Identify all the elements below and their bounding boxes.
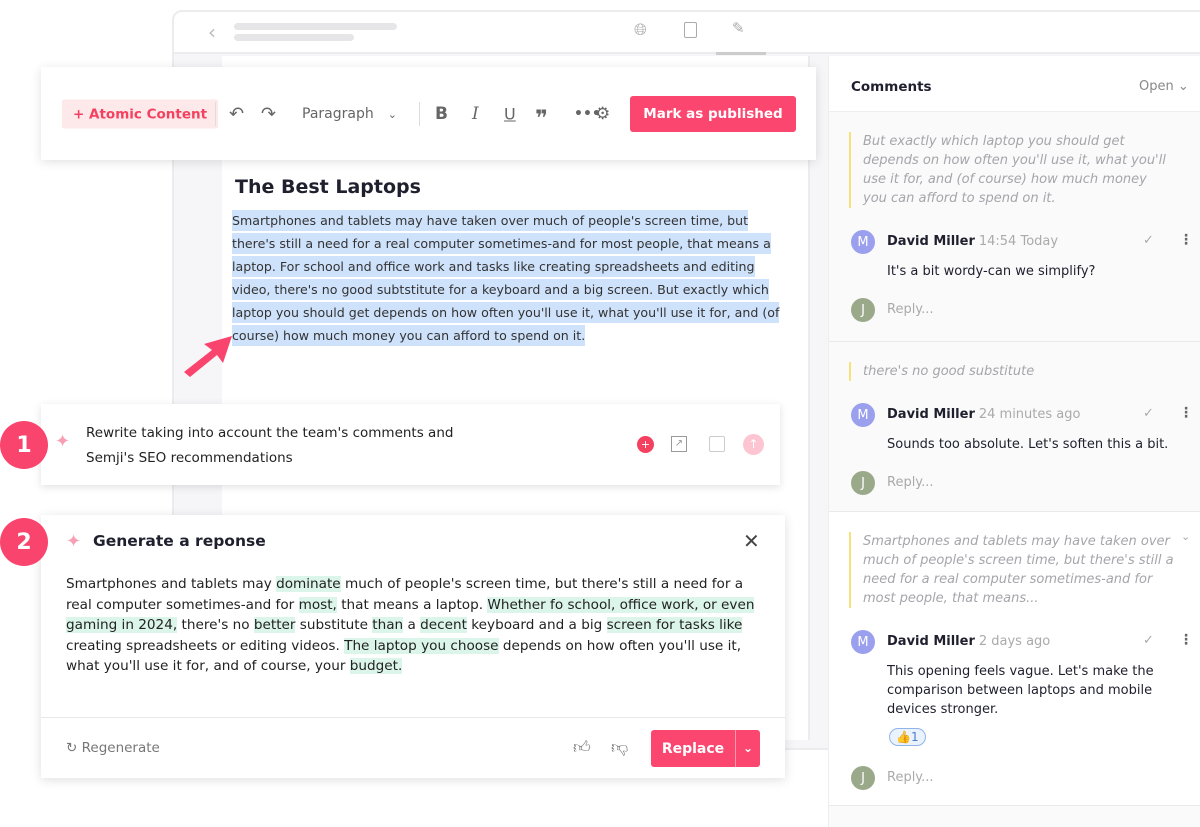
regenerate-button[interactable]: ↻ Regenerate bbox=[66, 740, 160, 756]
comment-author: David Miller 24 minutes ago bbox=[887, 407, 1081, 422]
comment-thread[interactable]: there's no good substitute M David Miller… bbox=[829, 342, 1200, 512]
mark-as-published-button[interactable]: Mark as published bbox=[630, 96, 796, 132]
thumbs-down-icon[interactable]: 👎︎ bbox=[611, 737, 628, 758]
step-badge-2: 2 bbox=[0, 518, 48, 566]
title-placeholder bbox=[234, 23, 397, 30]
close-icon[interactable]: ✕ bbox=[743, 529, 760, 553]
reaction-badge[interactable]: 👍1 bbox=[889, 728, 926, 746]
text-segment: Smartphones and tablets may bbox=[66, 576, 277, 592]
editor-toolbar: + Atomic Content ↶ ↷ Paragraph ⌄ B I U ❞ … bbox=[41, 67, 816, 160]
avatar: J bbox=[851, 766, 875, 790]
top-bar: ‹ 🌐︎ ✎ bbox=[174, 12, 1200, 55]
avatar: J bbox=[851, 298, 875, 322]
more-options-icon[interactable]: ⋮ bbox=[1179, 405, 1193, 421]
thumbs-up-icon[interactable]: 👍︎ bbox=[573, 737, 591, 758]
collapse-chevron-icon[interactable]: ⌄ bbox=[1181, 530, 1190, 543]
avatar: M bbox=[851, 230, 875, 254]
changed-text: decent bbox=[420, 617, 467, 633]
text-segment: there's no bbox=[177, 617, 254, 633]
document-body[interactable]: Smartphones and tablets may have taken o… bbox=[232, 209, 782, 347]
quote-icon[interactable]: ❞ bbox=[535, 107, 548, 132]
comment-author: David Miller 2 days ago bbox=[887, 634, 1051, 649]
divider bbox=[419, 102, 420, 126]
response-title: Generate a reponse bbox=[93, 532, 266, 550]
prompt-text[interactable]: Rewrite taking into account the team's c… bbox=[86, 421, 453, 471]
comment-thread[interactable]: Smartphones and tablets may have taken o… bbox=[829, 512, 1200, 806]
paragraph-select[interactable]: Paragraph ⌄ bbox=[302, 106, 397, 122]
italic-icon[interactable]: I bbox=[472, 104, 479, 124]
bold-icon[interactable]: B bbox=[435, 104, 448, 124]
redo-icon[interactable]: ↷ bbox=[261, 104, 276, 125]
avatar: J bbox=[851, 471, 875, 495]
undo-icon[interactable]: ↶ bbox=[229, 104, 244, 125]
gear-icon[interactable]: ⚙ bbox=[595, 104, 610, 124]
comment-time: 14:54 Today bbox=[978, 234, 1059, 249]
resolve-check-icon[interactable]: ✓ bbox=[1143, 406, 1154, 421]
active-tab-indicator bbox=[716, 52, 766, 55]
replace-options-chevron-icon[interactable]: ⌄ bbox=[735, 730, 760, 767]
chevron-down-icon: ⌄ bbox=[387, 107, 397, 121]
comments-filter-dropdown[interactable]: Open ⌄ bbox=[1139, 79, 1189, 94]
comment-text: This opening feels vague. Let's make the… bbox=[887, 664, 1154, 717]
pointer-arrow-icon bbox=[184, 336, 232, 377]
text-segment: keyboard and a big bbox=[466, 617, 607, 633]
comment-time: 2 days ago bbox=[978, 634, 1051, 649]
replace-button[interactable]: Replace ⌄ bbox=[651, 730, 760, 767]
text-segment: substitute bbox=[295, 617, 373, 633]
quoted-text: there's no good substitute bbox=[849, 362, 1174, 381]
reply-input[interactable]: Reply... bbox=[887, 302, 934, 317]
pencil-icon[interactable]: ✎ bbox=[732, 19, 745, 37]
reply-input[interactable]: Reply... bbox=[887, 475, 934, 490]
ai-response-panel: ✦ Generate a reponse ✕ Smartphones and t… bbox=[41, 515, 785, 778]
changed-text: budget. bbox=[349, 658, 403, 674]
changed-text: than bbox=[372, 617, 404, 633]
avatar: M bbox=[851, 630, 875, 654]
comments-title: Comments bbox=[851, 79, 932, 95]
expand-icon[interactable]: ↗ bbox=[671, 436, 687, 452]
comments-header: Comments Open ⌄ bbox=[829, 56, 1200, 112]
sparkle-icon: ✦ bbox=[66, 531, 82, 552]
more-options-icon[interactable]: ⋮ bbox=[1179, 232, 1193, 248]
ai-prompt-box[interactable]: ✦ Rewrite taking into account the team's… bbox=[41, 404, 780, 485]
more-options-icon[interactable]: ⋮ bbox=[1179, 632, 1193, 648]
document-title[interactable]: The Best Laptops bbox=[235, 176, 421, 198]
comment-author: David Miller 14:54 Today bbox=[887, 234, 1059, 249]
quoted-text: Smartphones and tablets may have taken o… bbox=[849, 532, 1174, 608]
changed-text: most, bbox=[298, 596, 337, 613]
comments-panel: Comments Open ⌄ But exactly which laptop… bbox=[828, 56, 1200, 827]
response-text: Smartphones and tablets may dominate muc… bbox=[66, 574, 766, 677]
step-badge-1: 1 bbox=[0, 421, 48, 469]
comment-text: Sounds too absolute. Let's soften this a… bbox=[887, 437, 1169, 452]
sparkle-icon: ✦ bbox=[55, 431, 71, 452]
attachment-icon[interactable] bbox=[709, 436, 725, 452]
changed-text: The laptop you choose bbox=[344, 637, 499, 654]
text-segment: that means a laptop. bbox=[336, 596, 488, 613]
text-segment: creating spreadsheets or editing videos. bbox=[66, 637, 345, 654]
underline-icon[interactable]: U bbox=[504, 105, 516, 124]
avatar: M bbox=[851, 403, 875, 427]
back-icon[interactable]: ‹ bbox=[208, 20, 216, 44]
comment-time: 24 minutes ago bbox=[978, 407, 1081, 422]
globe-icon[interactable]: 🌐︎ bbox=[634, 20, 647, 40]
refresh-icon: ↻ bbox=[66, 740, 82, 756]
reply-input[interactable]: Reply... bbox=[887, 770, 934, 785]
resolve-check-icon[interactable]: ✓ bbox=[1143, 633, 1154, 648]
resolve-check-icon[interactable]: ✓ bbox=[1143, 233, 1154, 248]
document-icon[interactable] bbox=[684, 22, 697, 38]
comment-text: It's a bit wordy-can we simplify? bbox=[887, 264, 1096, 279]
text-segment: a bbox=[403, 617, 421, 633]
comment-thread[interactable]: But exactly which laptop you should get … bbox=[829, 112, 1200, 342]
changed-text: better bbox=[253, 617, 296, 633]
changed-text: dominate bbox=[276, 576, 341, 592]
selected-text[interactable]: Smartphones and tablets may have taken o… bbox=[232, 210, 780, 346]
atomic-content-button[interactable]: + Atomic Content bbox=[62, 99, 219, 129]
divider bbox=[41, 717, 785, 718]
send-button[interactable]: ↑ bbox=[743, 434, 764, 455]
ai-add-icon[interactable]: + bbox=[637, 436, 654, 453]
subtitle-placeholder bbox=[234, 34, 354, 41]
divider bbox=[215, 102, 216, 126]
changed-text: screen for tasks like bbox=[606, 617, 743, 633]
quoted-text: But exactly which laptop you should get … bbox=[849, 132, 1174, 208]
paragraph-label: Paragraph bbox=[302, 106, 374, 122]
